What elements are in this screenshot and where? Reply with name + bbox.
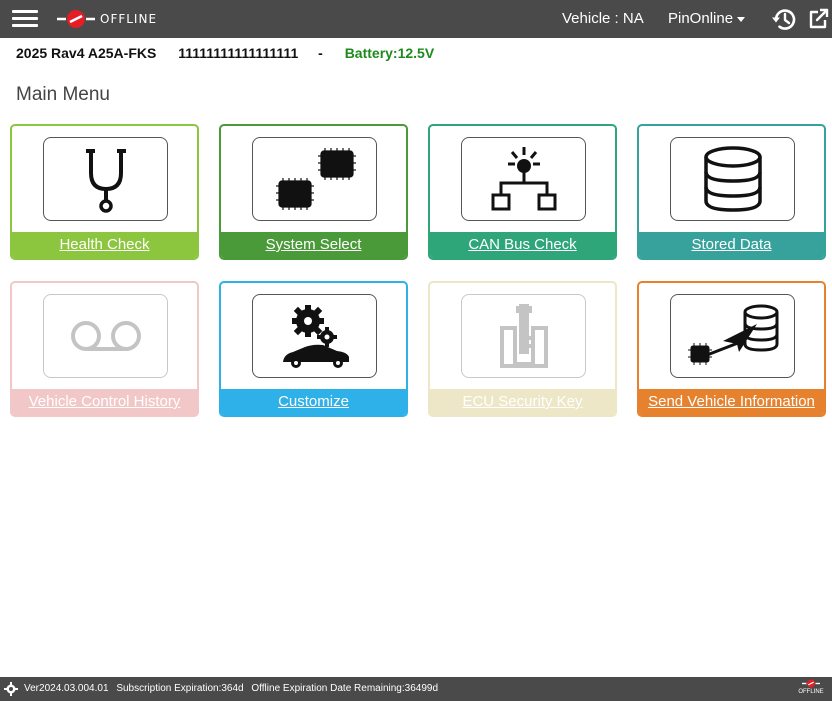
tile-label: Stored Data: [639, 232, 824, 258]
external-link-icon[interactable]: [806, 7, 830, 31]
tile-label: Send Vehicle Information: [639, 389, 824, 415]
page-title: Main Menu: [16, 84, 110, 105]
tile-label: Customize: [221, 389, 406, 415]
tile-label: ECU Security Key: [430, 389, 615, 415]
tile-label: CAN Bus Check: [430, 232, 615, 258]
tile-stored-data[interactable]: Stored Data: [637, 124, 826, 260]
battery-voltage: Battery:12.5V: [344, 45, 435, 61]
vehicle-label: Vehicle : NA: [562, 10, 644, 27]
offline-icon: [57, 10, 95, 28]
vehicle-model: 2025 Rav4 A25A-FKS: [16, 45, 157, 61]
settings-icon[interactable]: [4, 682, 18, 696]
send-data-icon: [687, 304, 778, 365]
icon-frame: [670, 294, 795, 378]
vehicle-vin: 11111111111111111: [178, 45, 299, 61]
status-bar: Ver2024.03.004.01 Subscription Expiratio…: [0, 677, 832, 701]
key-icon: [499, 304, 548, 368]
tile-label: System Select: [221, 232, 406, 258]
tile-label: Health Check: [12, 232, 197, 258]
tile-system-select[interactable]: System Select: [219, 124, 408, 260]
voicemail-icon: [70, 321, 141, 351]
offline-badge: OFFLINE: [792, 679, 830, 699]
tile-vehicle-control-history: Vehicle Control History: [10, 281, 199, 417]
database-icon: [703, 146, 762, 212]
version-text: Ver2024.03.004.01: [24, 683, 109, 694]
caret-down-icon: [737, 16, 746, 22]
offline-label: OFFLINE: [100, 12, 158, 26]
chip-icon: [275, 148, 356, 210]
offline-badge-label: OFFLINE: [798, 689, 824, 695]
gears-car-icon: [282, 305, 349, 368]
vehicle-info-row: 2025 Rav4 A25A-FKS 11111111111111111 - B…: [16, 45, 434, 61]
icon-frame: [43, 137, 168, 221]
history-icon[interactable]: [771, 6, 798, 33]
stethoscope-icon: [85, 149, 126, 213]
icon-frame: [43, 294, 168, 378]
tile-customize[interactable]: Customize: [219, 281, 408, 417]
icon-frame: [670, 137, 795, 221]
info-separator: -: [318, 45, 323, 61]
tile-ecu-security-key: ECU Security Key: [428, 281, 617, 417]
icon-frame: [461, 294, 586, 378]
offline-icon: [802, 679, 820, 688]
tile-health-check[interactable]: Health Check: [10, 124, 199, 260]
hamburger-menu-icon[interactable]: [10, 7, 40, 31]
pin-mode-label: PinOnline: [668, 10, 734, 27]
offline-expiration-text: Offline Expiration Date Remaining:36499d: [251, 683, 439, 694]
subscription-text: Subscription Expiration:364d: [116, 683, 244, 694]
icon-frame: [252, 137, 377, 221]
offline-status: OFFLINE: [56, 8, 157, 30]
status-info: Ver2024.03.004.01 Subscription Expiratio…: [24, 683, 438, 694]
network-icon: [491, 147, 556, 211]
tile-can-bus-check[interactable]: CAN Bus Check: [428, 124, 617, 260]
pin-mode-dropdown[interactable]: PinOnline: [668, 10, 746, 27]
icon-frame: [461, 137, 586, 221]
tile-send-vehicle-information[interactable]: Send Vehicle Information: [637, 281, 826, 417]
tile-label: Vehicle Control History: [12, 389, 197, 415]
icon-frame: [252, 294, 377, 378]
top-bar: OFFLINE Vehicle : NA PinOnline: [0, 0, 832, 38]
